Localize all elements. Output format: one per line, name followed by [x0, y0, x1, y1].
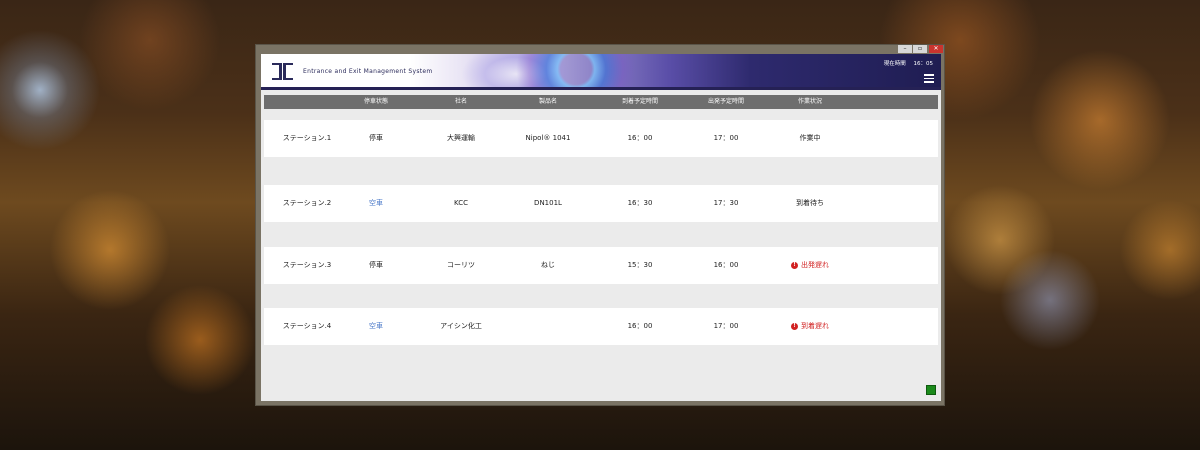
app-header: Entrance and Exit Management System 現在時間… — [261, 54, 941, 90]
work-status: 作業中 — [799, 134, 821, 142]
work-status: 到着待ち — [796, 199, 824, 207]
work-status: ! 到着遅れ — [791, 308, 829, 345]
parking-status: 空車 — [369, 322, 383, 330]
column-header-product: 製品名 — [538, 98, 558, 105]
column-header-company: 社名 — [454, 98, 468, 105]
table-row[interactable]: ステーション.4 空車 アイシン化工 16：00 17：00 ! 到着遅れ — [264, 308, 938, 345]
table-row[interactable]: ステーション.3 停車 コーリツ ねじ 15：30 16：00 ! 出発遅れ — [264, 247, 938, 284]
arrival-time: 16：00 — [627, 134, 653, 142]
close-button[interactable]: ✕ — [929, 45, 943, 53]
work-status-text: 出発遅れ — [801, 261, 829, 269]
product-name: DN101L — [534, 199, 562, 207]
company-name: KCC — [454, 199, 468, 207]
parking-status: 停車 — [369, 261, 383, 269]
arrival-time: 16：30 — [627, 199, 653, 207]
table-header: 停車状態 社名 製品名 到着予定時間 出発予定時間 作業状況 — [264, 95, 938, 109]
station-name: ステーション.4 — [282, 322, 332, 330]
product-name: Nipol® 1041 — [525, 134, 571, 142]
app-title: Entrance and Exit Management System — [303, 68, 433, 75]
arrival-time: 16：00 — [627, 322, 653, 330]
current-time-value: 16：05 — [913, 61, 934, 67]
current-time-label: 現在時間 — [883, 61, 906, 67]
station-name: ステーション.1 — [282, 134, 332, 142]
company-name: アイシン化工 — [440, 322, 482, 330]
header-divider — [261, 87, 941, 90]
column-header-parking-status: 停車状態 — [363, 98, 389, 105]
logo-icon — [272, 63, 294, 80]
work-status: ! 出発遅れ — [791, 247, 829, 284]
departure-time: 16：00 — [713, 261, 739, 269]
maximize-button[interactable]: ▫ — [913, 45, 927, 53]
column-header-work-status: 作業状況 — [797, 98, 823, 105]
company-name: 大興運輸 — [447, 134, 475, 142]
product-name: ねじ — [541, 261, 555, 269]
minimize-button[interactable]: – — [898, 45, 912, 53]
window-titlebar[interactable]: – ▫ ✕ — [256, 45, 944, 54]
arrival-time: 15：30 — [627, 261, 653, 269]
departure-time: 17：30 — [713, 199, 739, 207]
app-window: – ▫ ✕ Entrance and Exit Management Syste… — [255, 44, 945, 406]
header-swirl-graphic — [511, 54, 641, 90]
table-row[interactable]: ステーション.1 停車 大興運輸 Nipol® 1041 16：00 17：00… — [264, 120, 938, 157]
station-name: ステーション.2 — [282, 199, 332, 207]
company-name: コーリツ — [447, 261, 475, 269]
status-indicator-icon — [926, 385, 936, 395]
station-name: ステーション.3 — [282, 261, 332, 269]
work-status-text: 到着遅れ — [801, 322, 829, 330]
app-client-area: Entrance and Exit Management System 現在時間… — [261, 54, 941, 401]
column-header-departure-time: 出発予定時間 — [707, 98, 745, 105]
column-header-arrival-time: 到着予定時間 — [621, 98, 659, 105]
hamburger-menu-icon[interactable] — [924, 74, 934, 83]
table-row[interactable]: ステーション.2 空車 KCC DN101L 16：30 17：30 到着待ち — [264, 185, 938, 222]
alert-icon: ! — [791, 322, 798, 330]
parking-status: 停車 — [369, 134, 383, 142]
current-time: 現在時間 16：05 — [884, 59, 933, 67]
departure-time: 17：00 — [713, 134, 739, 142]
departure-time: 17：00 — [713, 322, 739, 330]
parking-status: 空車 — [369, 199, 383, 207]
alert-icon: ! — [791, 261, 798, 269]
